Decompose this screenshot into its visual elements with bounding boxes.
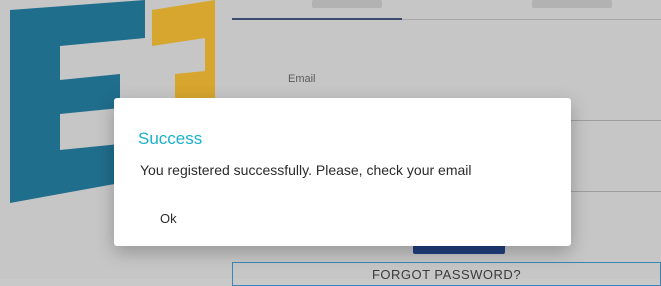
tab-divider xyxy=(402,19,661,20)
email-label: Email xyxy=(288,73,316,85)
tab-label-blur xyxy=(532,0,612,8)
dialog-title: Success xyxy=(138,129,203,148)
ok-button[interactable]: Ok xyxy=(160,206,212,230)
success-dialog: Success You registered successfully. Ple… xyxy=(114,98,571,246)
forgot-password-button[interactable]: FORGOT PASSWORD? xyxy=(232,262,661,286)
dialog-message: You registered successfully. Please, che… xyxy=(140,162,472,178)
tab-label-blur xyxy=(312,0,382,8)
active-tab-indicator xyxy=(232,18,402,20)
